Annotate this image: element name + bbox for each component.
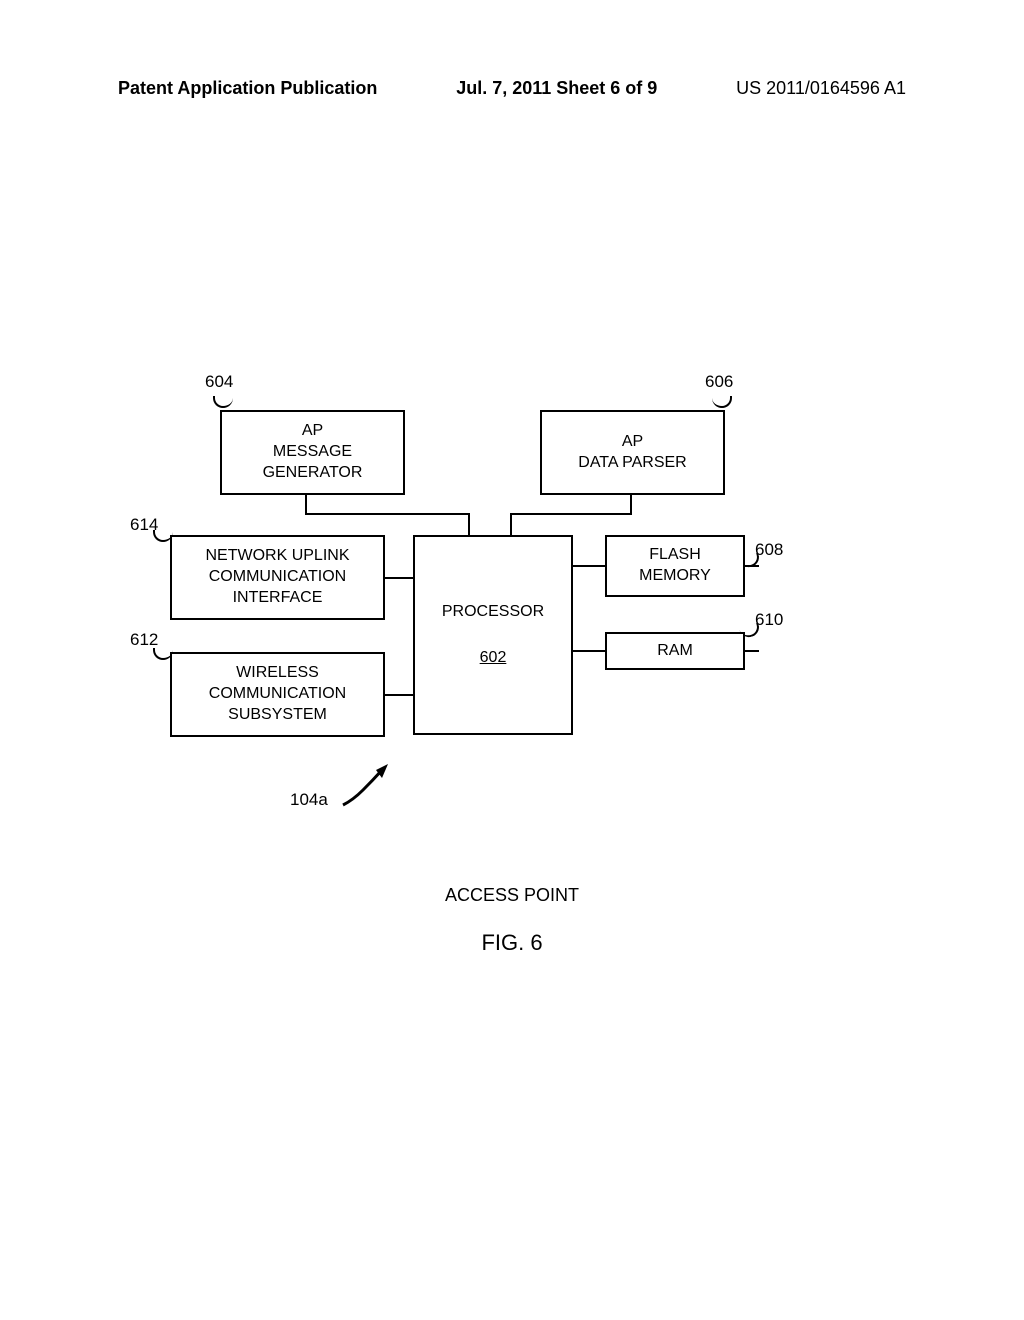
ref-num-612: 612 [130, 630, 158, 650]
box-ram: RAM [605, 632, 745, 670]
ref-num-608: 608 [755, 540, 783, 560]
connector-line [510, 513, 512, 537]
box-label: NETWORK UPLINK COMMUNICATION INTERFACE [205, 546, 349, 608]
connector-line [745, 650, 759, 652]
box-label: FLASH MEMORY [639, 545, 711, 587]
connector-line [510, 513, 632, 515]
box-processor: PROCESSOR 602 [413, 535, 573, 735]
connector-line [630, 495, 632, 515]
connector-line [468, 513, 470, 537]
box-flash-memory: FLASH MEMORY [605, 535, 745, 597]
connector-line [745, 565, 759, 567]
box-wireless-subsystem: WIRELESS COMMUNICATION SUBSYSTEM [170, 652, 385, 737]
page-header: Patent Application Publication Jul. 7, 2… [0, 78, 1024, 99]
block-diagram: 604 606 614 612 608 610 AP MESSAGE GENER… [150, 400, 850, 750]
box-network-uplink: NETWORK UPLINK COMMUNICATION INTERFACE [170, 535, 385, 620]
box-label: AP DATA PARSER [578, 432, 686, 474]
box-label: AP MESSAGE GENERATOR [263, 421, 363, 483]
ref-num-610: 610 [755, 610, 783, 630]
leader-hook-icon [213, 396, 233, 408]
header-center-text: Jul. 7, 2011 Sheet 6 of 9 [456, 78, 657, 99]
connector-line [573, 650, 607, 652]
connector-line [305, 495, 307, 515]
processor-ref-num: 602 [480, 648, 507, 669]
figure-reference-104a: 104a [290, 790, 328, 810]
box-label: RAM [657, 641, 693, 662]
header-right-text: US 2011/0164596 A1 [736, 78, 906, 99]
connector-line [385, 694, 415, 696]
caption-figure-number: FIG. 6 [0, 930, 1024, 956]
box-ap-data-parser: AP DATA PARSER [540, 410, 725, 495]
header-left-text: Patent Application Publication [118, 78, 377, 99]
box-ap-message-generator: AP MESSAGE GENERATOR [220, 410, 405, 495]
caption-access-point: ACCESS POINT [0, 885, 1024, 906]
connector-line [305, 513, 470, 515]
connector-line [385, 577, 415, 579]
ref-num-104a: 104a [290, 790, 328, 809]
box-label: WIRELESS COMMUNICATION SUBSYSTEM [209, 663, 346, 725]
ref-num-604: 604 [205, 372, 233, 392]
connector-line [573, 565, 607, 567]
leader-hook-icon [712, 396, 732, 408]
processor-label: PROCESSOR [442, 602, 544, 623]
arrow-icon [338, 760, 398, 810]
ref-num-606: 606 [705, 372, 733, 392]
